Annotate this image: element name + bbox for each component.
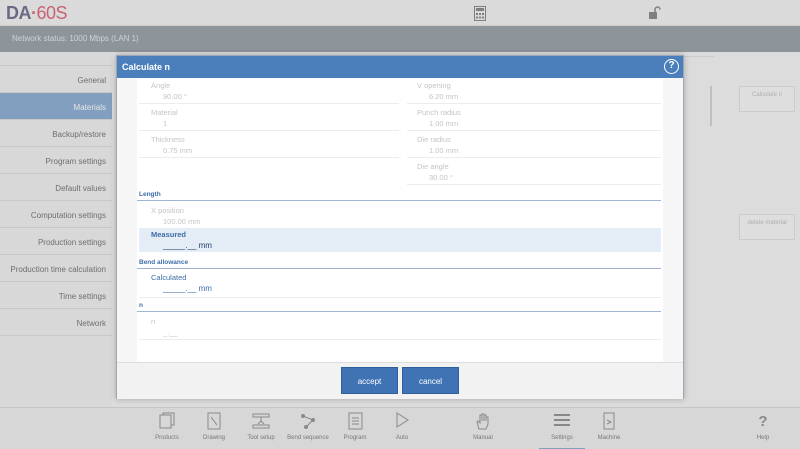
punch-radius-field: Punch radius 1.00 mm — [417, 108, 461, 128]
measured-field[interactable]: Measured _____.__ mm — [139, 228, 661, 252]
divider — [407, 184, 661, 185]
measured-input[interactable]: _____.__ mm — [163, 241, 661, 250]
length-section-title: Length — [139, 191, 161, 198]
accept-button[interactable]: accept — [341, 367, 398, 394]
dialog-title: Calculate n — [122, 62, 171, 72]
calculate-n-dialog: Calculate n ? Angle 90.00 ° Material 1 T… — [116, 55, 684, 399]
die-radius-field: Die radius 1.00 mm — [417, 135, 459, 155]
section-divider — [137, 268, 661, 269]
section-divider — [137, 311, 661, 312]
dialog-title-bar: Calculate n ? — [117, 56, 683, 78]
divider — [407, 130, 661, 131]
bend-allowance-section-title: Bend allowance — [139, 259, 189, 266]
v-opening-field: V opening 6.20 mm — [417, 81, 459, 101]
divider — [407, 103, 661, 104]
divider — [139, 339, 661, 340]
section-divider — [137, 200, 661, 201]
divider — [407, 157, 661, 158]
divider — [139, 297, 661, 298]
help-button[interactable]: ? — [664, 59, 679, 74]
thickness-field: Thickness 0.75 mm — [151, 135, 193, 155]
cancel-button[interactable]: cancel — [402, 367, 459, 394]
angle-field: Angle 90.00 ° — [151, 81, 187, 101]
n-field: n _.__ — [151, 317, 178, 337]
divider — [139, 103, 399, 104]
calculated-field: Calculated _____.__ mm — [151, 273, 212, 293]
n-section-title: n — [139, 302, 143, 309]
dialog-footer: accept cancel — [117, 362, 683, 399]
x-position-field: X position 100.00 mm — [151, 206, 201, 226]
divider — [139, 130, 399, 131]
divider — [139, 157, 399, 158]
die-angle-field: Die angle 30.00 ° — [417, 162, 453, 182]
dialog-body: Angle 90.00 ° Material 1 Thickness 0.75 … — [137, 78, 663, 362]
material-field: Material 1 — [151, 108, 178, 128]
